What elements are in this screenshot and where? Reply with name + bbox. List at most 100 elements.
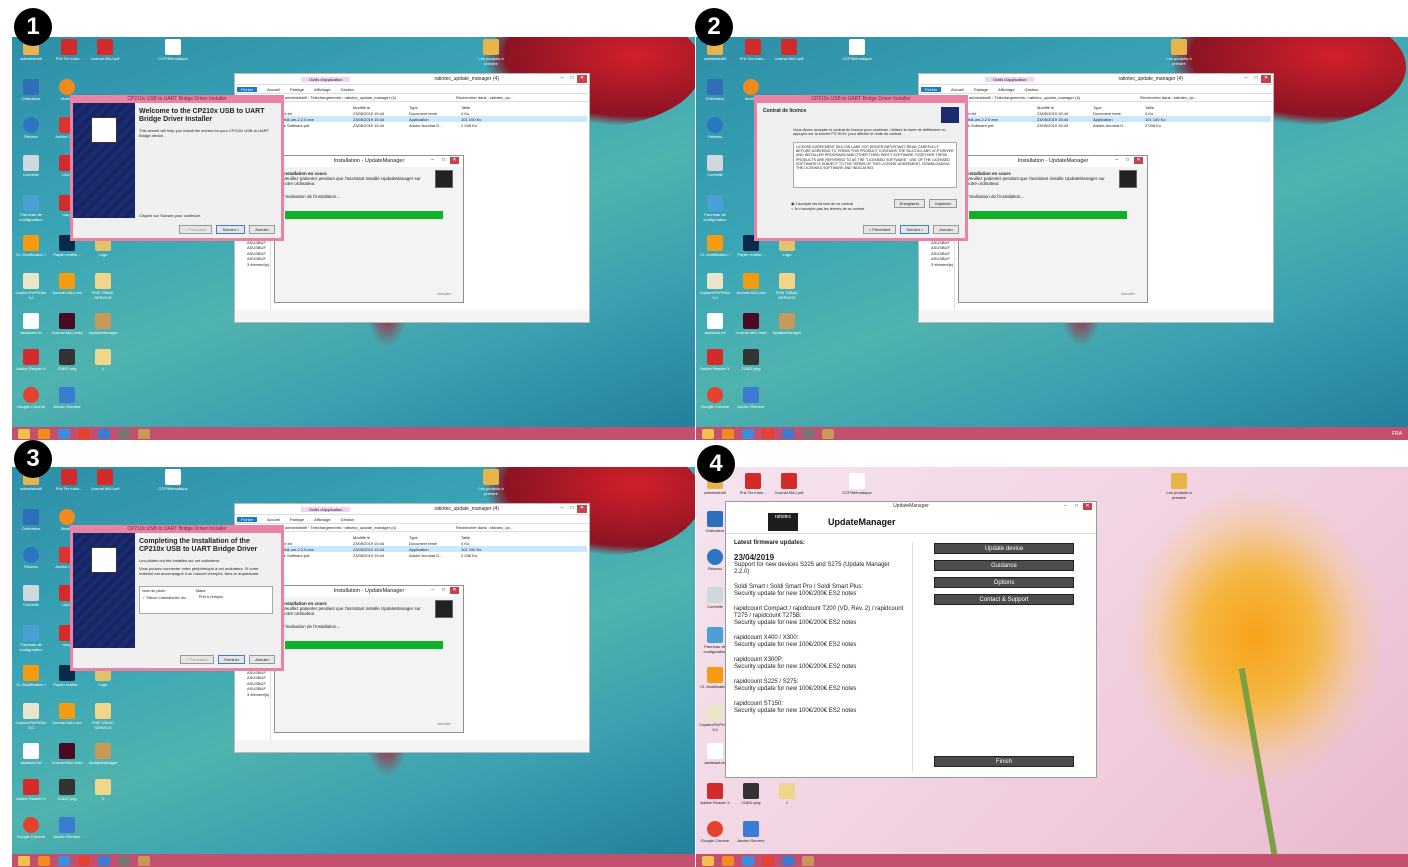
license-textbox[interactable]: LICENSE AGREEMENT SILICON LABS VCP DRIVE… <box>793 142 957 188</box>
desktop-icon[interactable]: Google Chrome <box>14 387 48 409</box>
minimize-button[interactable]: – <box>557 505 567 513</box>
next-button[interactable]: Suivant > <box>216 225 246 234</box>
updatemanager-icon[interactable] <box>138 428 150 439</box>
desktop-icon[interactable]: Ordinateur <box>698 79 732 101</box>
minimize-button[interactable]: – <box>1241 75 1251 83</box>
ie-icon[interactable] <box>742 428 754 439</box>
desktop-icon[interactable]: Journal MAJ.pdf <box>772 473 806 495</box>
explorer-icon[interactable] <box>702 428 714 439</box>
desktop-icon[interactable]: Adobe Reader X <box>14 779 48 801</box>
desktop-icon[interactable]: Ordinateur <box>14 79 48 101</box>
cancel-button[interactable]: Annuler <box>933 225 959 234</box>
tab-fichier[interactable]: Fichier <box>237 86 258 92</box>
desktop-icon[interactable]: assistant.txt <box>14 743 48 765</box>
chrome-icon[interactable] <box>78 855 90 866</box>
close-button[interactable]: ✕ <box>450 157 459 164</box>
maximize-button[interactable]: □ <box>439 157 448 164</box>
desktop-icon[interactable]: Les produits à prendre <box>474 469 508 496</box>
updatemanager-install-window[interactable]: Installation - UpdateManager – □ ✕ Install… <box>274 585 464 733</box>
desktop-icon[interactable]: Prix Ter main... <box>52 469 86 491</box>
maximize-button[interactable]: □ <box>567 75 577 83</box>
shortcut-icon[interactable] <box>98 855 110 866</box>
col-header[interactable]: Taille <box>461 105 491 110</box>
explorer-icon[interactable] <box>18 428 30 439</box>
minimize-button[interactable]: – <box>1061 503 1070 510</box>
close-button[interactable]: ✕ <box>1261 75 1271 83</box>
desktop-icon[interactable]: assistant.txt <box>698 313 732 335</box>
col-header[interactable]: Nom <box>273 105 353 110</box>
tab-partage[interactable]: Partage <box>974 87 988 92</box>
desktop-icon[interactable]: PUB TABAC SERVICE <box>86 273 120 300</box>
desktop-icon[interactable]: Les produits à prendre <box>474 39 508 66</box>
maximize-button[interactable]: □ <box>439 587 448 594</box>
print-button[interactable]: Imprimer <box>929 199 957 208</box>
breadcrumb[interactable]: administratif › Téléchargements › ratiot… <box>969 95 1080 100</box>
desktop-icon[interactable]: Prix Ter main... <box>52 39 86 61</box>
driver-installer-license[interactable]: CP210x USB to UART Bridge Driver Install… <box>754 95 968 241</box>
desktop-icon[interactable]: CCP/Mématique <box>840 39 874 61</box>
save-button[interactable]: Enregistrer <box>893 199 926 208</box>
desktop-icon[interactable]: 21802.png <box>734 783 768 805</box>
ie-icon[interactable] <box>58 855 70 866</box>
desktop-icon[interactable]: Réseau <box>698 117 732 139</box>
desktop-icon[interactable]: CCP/Mématique <box>156 39 190 61</box>
desktop-icon[interactable]: Réseau <box>14 547 48 569</box>
shortcut-icon[interactable] <box>782 855 794 866</box>
ie-icon[interactable] <box>58 428 70 439</box>
breadcrumb[interactable]: administratif › Téléchargements › ratiot… <box>285 525 396 530</box>
shortcut-icon[interactable] <box>782 428 794 439</box>
address-bar[interactable]: administratif › Téléchargements › ratiot… <box>235 523 589 532</box>
tab-fichier[interactable]: Fichier <box>921 86 942 92</box>
desktop-icon[interactable]: Ordinateur <box>14 509 48 531</box>
updatemanager-icon[interactable] <box>138 855 150 866</box>
desktop-icon[interactable]: Ancien Serveur <box>50 817 84 839</box>
desktop-icon[interactable]: Adobe Reader X <box>698 349 732 371</box>
shortcut-icon[interactable] <box>98 428 110 439</box>
minimize-button[interactable]: – <box>1112 157 1121 164</box>
desktop-icon[interactable]: Journal MAJ.indd <box>734 313 768 335</box>
driver-installer-complete[interactable]: CP210x USB to UART Bridge Driver Install… <box>70 525 284 671</box>
desktop-icon[interactable]: PUB TABAC SERVICE <box>86 703 120 730</box>
updatemanager-icon[interactable] <box>822 428 834 439</box>
desktop-icon[interactable]: Journal MAJ.pdf <box>88 39 122 61</box>
language-indicator[interactable]: FRA <box>1392 431 1408 437</box>
desktop-icon[interactable]: Panneau de configuration <box>698 195 732 222</box>
cancel-button[interactable]: Annuler <box>437 291 451 296</box>
app-icon[interactable] <box>802 428 814 439</box>
address-bar[interactable]: administratif › Téléchargements › ratiot… <box>235 93 589 102</box>
back-button[interactable]: < Précédent <box>178 225 213 234</box>
desktop-icon[interactable]: UpdateManager <box>770 313 804 335</box>
desktop-icon[interactable]: assistant.txt <box>14 313 48 335</box>
options-button[interactable]: Options <box>934 577 1074 588</box>
desktop-icon[interactable]: Ancien Serveur <box>734 387 768 409</box>
desktop-icon[interactable]: CL Modification ! <box>14 665 48 687</box>
desktop-icon[interactable]: Journal MAJ.indd <box>50 743 84 765</box>
maximize-button[interactable]: □ <box>1251 75 1261 83</box>
radio-decline[interactable]: ○ Je n'accepte pas les termes de ce cont… <box>791 207 864 212</box>
desktop-icon[interactable]: Journal MAJ.indd <box>50 313 84 335</box>
desktop-icon[interactable]: Adobe Reader X <box>14 349 48 371</box>
maximize-button[interactable]: □ <box>1123 157 1132 164</box>
close-button[interactable]: ✕ <box>577 505 587 513</box>
search-input[interactable]: Rechercher dans : ratiotec_up... <box>456 525 513 530</box>
chrome-icon[interactable] <box>762 855 774 866</box>
desktop-icon[interactable]: Google Chrome <box>698 387 732 409</box>
desktop-icon[interactable]: Réseau <box>14 117 48 139</box>
desktop-icon[interactable]: Les produits à prendre <box>1162 39 1196 66</box>
col-header[interactable]: Modifié le <box>353 105 409 110</box>
desktop-icon[interactable]: 1 <box>770 783 804 805</box>
search-input[interactable]: Rechercher dans : ratiotec_up... <box>456 95 513 100</box>
close-button[interactable]: ✕ <box>577 75 587 83</box>
firefox-icon[interactable] <box>722 428 734 439</box>
desktop-icon[interactable]: CCP/Mématique <box>156 469 190 491</box>
desktop-icon[interactable]: CL Modification ! <box>698 235 732 257</box>
chrome-icon[interactable] <box>762 428 774 439</box>
tab-gestion[interactable]: Gestion <box>341 517 355 522</box>
tab-gestion[interactable]: Gestion <box>341 87 355 92</box>
desktop-icon[interactable]: Panneau de configuration <box>14 625 48 652</box>
close-button[interactable]: ✕ <box>1083 503 1092 510</box>
updatemanager-install-window[interactable]: Installation - UpdateManager – □ ✕ Install… <box>274 155 464 303</box>
desktop-icon[interactable]: Ancien Serveur <box>734 821 768 843</box>
breadcrumb[interactable]: administratif › Téléchargements › ratiot… <box>285 95 396 100</box>
updatemanager-window[interactable]: UpdateManager – □ ✕ ratiotec UpdateManager… <box>725 501 1097 778</box>
